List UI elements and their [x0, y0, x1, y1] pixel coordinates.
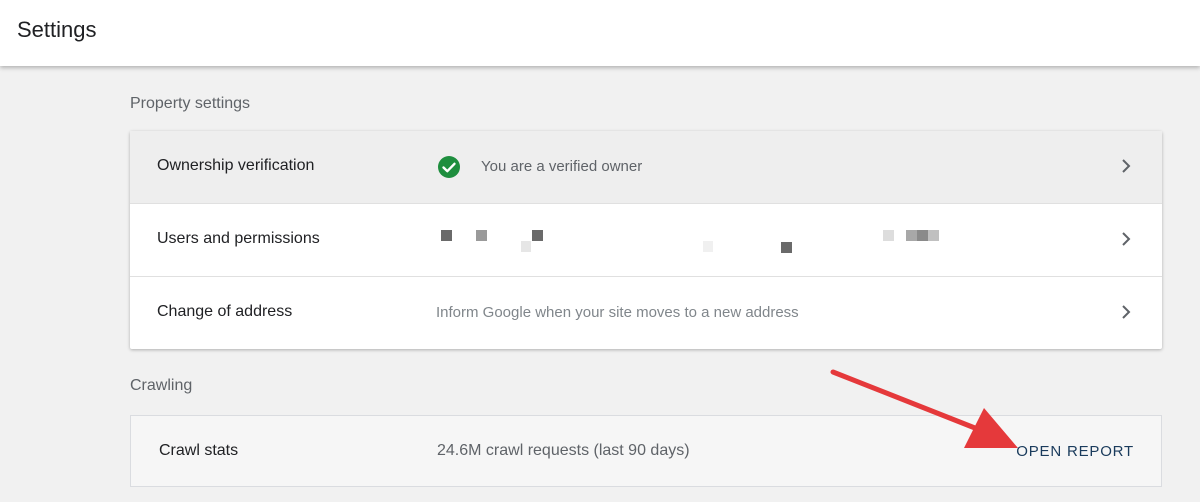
row-label: Users and permissions: [157, 230, 320, 247]
row-label: Ownership verification: [157, 157, 315, 174]
page-title: Settings: [17, 17, 97, 42]
crawl-stats-value: 24.6M crawl requests (last 90 days): [437, 442, 690, 459]
chevron-right-icon: [1122, 232, 1131, 246]
chevron-right-icon: [1122, 159, 1131, 173]
section-label-crawling: Crawling: [130, 377, 193, 394]
row-change-of-address[interactable]: Change of address Inform Google when you…: [130, 277, 1162, 349]
check-circle-icon: [438, 156, 460, 178]
top-app-bar: Settings: [0, 0, 1200, 66]
row-users-and-permissions[interactable]: Users and permissions: [130, 204, 1162, 277]
row-value: Inform Google when your site moves to a …: [436, 304, 799, 321]
crawl-stats-label: Crawl stats: [159, 442, 239, 459]
section-label-property-settings: Property settings: [130, 95, 251, 112]
row-value: You are a verified owner: [481, 158, 643, 175]
row-label: Change of address: [157, 303, 293, 320]
property-settings-card: Ownership verification You are a verifie…: [130, 131, 1162, 349]
row-ownership-verification[interactable]: Ownership verification You are a verifie…: [130, 131, 1162, 204]
chevron-right-icon: [1122, 305, 1131, 319]
open-report-button[interactable]: OPEN REPORT: [1016, 443, 1134, 460]
annotation-arrow-icon: [830, 369, 1018, 448]
